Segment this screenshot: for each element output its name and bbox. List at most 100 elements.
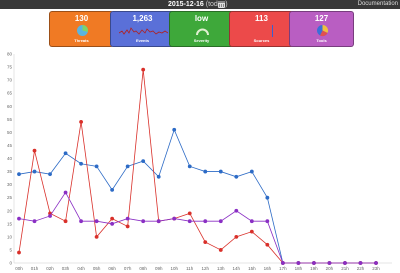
series-point-2 <box>280 261 285 265</box>
tile-label: Severity <box>193 38 210 43</box>
x-tick-label: 23h <box>372 266 380 271</box>
severity-gauge-icon <box>196 28 209 36</box>
series-point-1 <box>203 240 208 245</box>
tile-threats[interactable]: 130 Threats <box>49 11 114 47</box>
series-point-2 <box>343 261 347 265</box>
y-tick-label: 45 <box>7 143 13 148</box>
series-point-1 <box>79 120 83 124</box>
series-point-2 <box>110 221 115 226</box>
y-tick-label: 20 <box>7 208 13 213</box>
x-tick-label: 01h <box>31 266 39 271</box>
top-bar: 2015-12-16 (today) Documentation <box>0 0 400 9</box>
y-tick-label: 5 <box>9 247 12 252</box>
x-tick-label: 14h <box>233 266 241 271</box>
series-point-1 <box>63 219 68 224</box>
y-tick-label: 30 <box>7 182 13 187</box>
series-point-0 <box>265 195 270 200</box>
series-point-1 <box>17 250 21 255</box>
series-point-0 <box>94 164 99 169</box>
series-point-2 <box>48 214 52 218</box>
series-point-2 <box>172 216 177 221</box>
y-tick-label: 75 <box>7 65 13 70</box>
x-tick-label: 07h <box>124 266 132 271</box>
series-point-2 <box>94 219 99 224</box>
tools-pie-icon <box>317 24 329 37</box>
tile-value: 113 <box>255 14 268 23</box>
series-point-2 <box>141 219 146 224</box>
series-point-1 <box>187 211 192 216</box>
series-point-2 <box>265 219 270 224</box>
y-tick-label: 65 <box>7 91 13 96</box>
series-point-1 <box>265 242 270 247</box>
x-tick-label: 04h <box>77 266 85 271</box>
x-tick-label: 09h <box>155 266 163 271</box>
sources-bar-icon <box>272 25 273 37</box>
tile-label: Threats <box>74 38 89 43</box>
x-tick-label: 16h <box>264 266 272 271</box>
x-tick-label: 11h <box>186 266 194 271</box>
events-sparkline-icon <box>119 27 168 35</box>
x-tick-label: 21h <box>341 266 349 271</box>
y-tick-label: 80 <box>7 52 13 57</box>
series-point-2 <box>79 219 83 224</box>
y-tick-label: 35 <box>7 169 13 174</box>
series-point-0 <box>141 159 146 164</box>
x-tick-label: 12h <box>202 266 210 271</box>
tile-sources[interactable]: 113 Sources <box>229 11 294 47</box>
x-tick-label: 20h <box>326 266 334 271</box>
series-point-2 <box>203 219 208 224</box>
series-point-0 <box>234 174 239 179</box>
y-tick-label: 50 <box>7 130 13 135</box>
series-point-2 <box>187 219 192 224</box>
tile-value: 127 <box>314 14 329 23</box>
tile-severity[interactable]: low Severity <box>169 11 234 47</box>
y-tick-label: 70 <box>7 78 13 83</box>
series-point-0 <box>125 164 130 169</box>
series-point-2 <box>234 208 239 213</box>
series-point-0 <box>203 169 208 174</box>
series-point-2 <box>374 261 378 265</box>
series-line-0 <box>18 128 376 264</box>
y-tick-label: 15 <box>7 221 13 226</box>
tile-tools[interactable]: 127 Tools <box>289 11 354 47</box>
series-point-2 <box>218 219 223 224</box>
threats-pie-icon <box>77 24 89 36</box>
series-point-0 <box>32 169 37 174</box>
events-line-chart: 0 5 10 15 20 25 30 35 40 45 50 55 60 65 70 75 80 00h 01h 02… <box>7 52 392 271</box>
series-point-0 <box>218 169 223 174</box>
x-tick-label: 03h <box>62 266 70 271</box>
series-point-0 <box>63 151 68 156</box>
series-point-0 <box>156 174 161 179</box>
series-point-1 <box>249 229 254 234</box>
y-tick-label: 25 <box>7 195 13 200</box>
series-point-0 <box>249 169 254 174</box>
series-point-2 <box>249 219 254 224</box>
y-tick-label: 10 <box>7 234 13 239</box>
series-point-2 <box>156 219 161 224</box>
series-point-2 <box>312 261 316 265</box>
y-tick-label: 55 <box>7 117 13 122</box>
user-label[interactable]: Documentation <box>358 0 398 9</box>
x-tick-label: 05h <box>93 266 101 271</box>
tile-label: Events <box>135 38 150 43</box>
tile-label: Sources <box>253 38 270 43</box>
tile-label: Tools <box>316 38 327 43</box>
y-tick-label: 60 <box>7 104 13 109</box>
series-point-0 <box>172 127 177 132</box>
calendar-icon[interactable] <box>218 1 225 8</box>
tile-events[interactable]: 1,263 Events <box>110 11 175 47</box>
series-point-2 <box>125 216 130 221</box>
series-point-1 <box>141 67 146 72</box>
x-tick-label: 18h <box>295 266 303 271</box>
series-point-1 <box>125 224 130 229</box>
series-point-2 <box>327 261 332 265</box>
x-tick-label: 02h <box>46 266 54 271</box>
tile-value: low <box>194 14 209 23</box>
series-point-1 <box>218 248 223 252</box>
series-point-2 <box>358 261 363 265</box>
series-point-0 <box>79 161 83 166</box>
series-point-2 <box>296 261 301 265</box>
x-tick-label: 10h <box>170 266 178 271</box>
series-point-0 <box>187 164 192 169</box>
x-tick-label: 22h <box>357 266 365 271</box>
